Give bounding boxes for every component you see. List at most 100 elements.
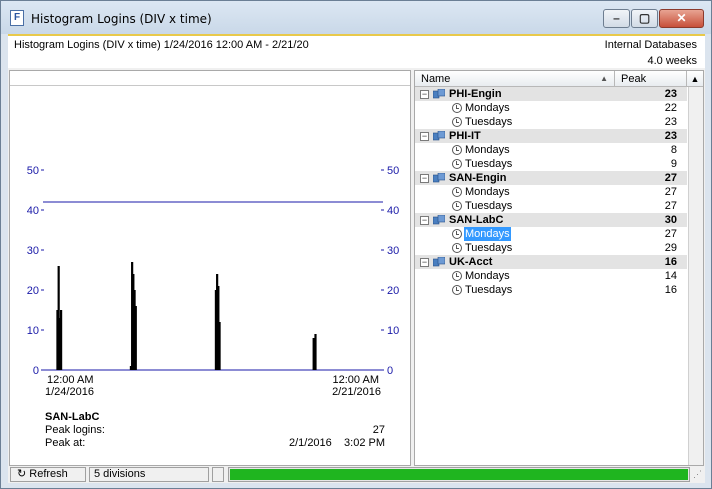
column-header-peak[interactable]: Peak	[615, 71, 687, 87]
scroll-top-icon[interactable]: ▲	[687, 71, 703, 87]
collapse-icon[interactable]: −	[420, 174, 429, 183]
child-peak: 16	[664, 284, 677, 296]
child-peak: 14	[664, 270, 677, 282]
group-peak: 30	[664, 214, 677, 226]
app-icon: F	[10, 10, 24, 26]
collapse-icon[interactable]: −	[420, 90, 429, 99]
selection-name: SAN-LabC	[45, 411, 100, 423]
resize-grip-icon[interactable]: ⋰	[693, 469, 703, 481]
refresh-icon: ↻	[17, 468, 27, 480]
peak-at-value: 2/1/2016 3:02 PM	[289, 436, 385, 450]
maximize-icon: ▢	[638, 11, 651, 25]
y-tick-label-left: 30	[27, 245, 39, 257]
sort-asc-icon: ▲	[600, 74, 608, 83]
progress-bar	[228, 467, 690, 482]
histogram-bar	[60, 310, 63, 370]
group-row[interactable]: − SAN-LabC 30	[415, 213, 687, 227]
child-name: Mondays	[465, 144, 510, 156]
group-row[interactable]: − UK-Acct 16	[415, 255, 687, 269]
clock-icon	[452, 243, 462, 253]
child-peak: 9	[670, 158, 677, 170]
info-bar: Histogram Logins (DIV x time) 1/24/2016 …	[8, 34, 705, 68]
clock-icon	[452, 271, 462, 281]
status-bar: ↻ Refresh 5 divisions ⋰	[8, 466, 705, 483]
group-name: PHI-IT	[449, 130, 481, 142]
peak-logins-value: 27	[372, 424, 385, 436]
child-row[interactable]: Tuesdays 27	[415, 199, 687, 213]
collapse-icon[interactable]: −	[420, 216, 429, 225]
column-header-name[interactable]: Name ▲	[415, 71, 615, 87]
group-peak: 23	[664, 130, 677, 142]
close-icon: ✕	[676, 11, 687, 25]
histogram-bar	[134, 306, 137, 370]
y-tick-label-left: 0	[33, 365, 39, 377]
child-row[interactable]: Mondays 27	[415, 227, 687, 241]
child-peak: 27	[664, 228, 677, 240]
child-name: Tuesdays	[465, 200, 513, 212]
child-row[interactable]: Tuesdays 23	[415, 115, 687, 129]
y-tick-label-right: 0	[387, 365, 393, 377]
report-description: Histogram Logins (DIV x time) 1/24/2016 …	[14, 39, 309, 51]
clock-icon	[452, 229, 462, 239]
group-icon	[433, 89, 445, 99]
child-name: Mondays	[465, 186, 510, 198]
collapse-icon[interactable]: −	[420, 132, 429, 141]
x-end-date-label: 2/21/2016	[332, 386, 381, 398]
window-title: Histogram Logins (DIV x time)	[31, 12, 212, 26]
child-row[interactable]: Mondays 14	[415, 269, 687, 283]
selection-info: SAN-LabC Peak logins: 27 Peak at: 2/1/20…	[45, 411, 385, 449]
child-name: Mondays	[465, 102, 510, 114]
peak-at-time: 3:02 PM	[344, 437, 385, 449]
group-name: UK-Acct	[449, 256, 493, 268]
refresh-label: Refresh	[29, 468, 68, 480]
child-row[interactable]: Tuesdays 29	[415, 241, 687, 255]
x-start-date-label: 1/24/2016	[45, 386, 94, 398]
clock-icon	[452, 145, 462, 155]
group-icon	[433, 131, 445, 141]
division-list[interactable]: Name ▲ Peak ▲ − PHI-Engin 23 Mondays 22 Tuesda…	[414, 70, 704, 466]
child-name: Tuesdays	[465, 116, 513, 128]
group-icon	[433, 257, 445, 267]
minimize-icon: –	[613, 11, 620, 25]
clock-icon	[452, 117, 462, 127]
maximize-button[interactable]: ▢	[631, 9, 658, 28]
group-icon	[433, 173, 445, 183]
list-header: Name ▲ Peak ▲	[415, 71, 703, 87]
group-name: PHI-Engin	[449, 88, 502, 100]
y-tick-label-right: 20	[387, 285, 399, 297]
histogram-chart[interactable]: 0 010 1020 2030 3040 4050 5012:00 AM1/24/20161…	[10, 71, 410, 411]
child-row[interactable]: Tuesdays 9	[415, 157, 687, 171]
clock-icon	[452, 201, 462, 211]
child-name: Mondays	[465, 270, 510, 282]
vertical-scrollbar[interactable]	[688, 87, 703, 465]
time-span: 4.0 weeks	[647, 55, 697, 67]
close-button[interactable]: ✕	[659, 9, 704, 28]
child-row[interactable]: Mondays 8	[415, 143, 687, 157]
y-tick-label-right: 40	[387, 205, 399, 217]
peak-logins-row: Peak logins: 27	[45, 423, 385, 436]
child-row[interactable]: Tuesdays 16	[415, 283, 687, 297]
group-name: SAN-LabC	[449, 214, 504, 226]
y-tick-label-right: 10	[387, 325, 399, 337]
child-peak: 8	[670, 144, 677, 156]
app-window: F Histogram Logins (DIV x time) – ▢ ✕ Hi…	[0, 0, 712, 489]
child-row[interactable]: Mondays 27	[415, 185, 687, 199]
peak-logins-label: Peak logins:	[45, 424, 105, 436]
child-row[interactable]: Mondays 22	[415, 101, 687, 115]
histogram-bar	[314, 334, 317, 370]
peak-at-row: Peak at: 2/1/2016 3:02 PM	[45, 436, 385, 449]
minimize-button[interactable]: –	[603, 9, 630, 28]
peak-at-label: Peak at:	[45, 437, 86, 449]
chart-pane[interactable]: 0 0 10 10 20 20 30 30 40 40 50 50 12:00 AM 1/24/2016 1…	[9, 70, 411, 466]
y-tick-label-left: 10	[27, 325, 39, 337]
peak-at-date: 2/1/2016	[288, 437, 332, 449]
group-row[interactable]: − SAN-Engin 27	[415, 171, 687, 185]
title-bar[interactable]: F Histogram Logins (DIV x time) – ▢ ✕	[1, 1, 711, 34]
content-area: Histogram Logins (DIV x time) 1/24/2016 …	[8, 34, 705, 483]
collapse-icon[interactable]: −	[420, 258, 429, 267]
group-row[interactable]: − PHI-Engin 23	[415, 87, 687, 101]
group-icon	[433, 215, 445, 225]
group-row[interactable]: − PHI-IT 23	[415, 129, 687, 143]
child-name: Tuesdays	[465, 158, 513, 170]
refresh-button[interactable]: ↻ Refresh	[10, 467, 86, 482]
